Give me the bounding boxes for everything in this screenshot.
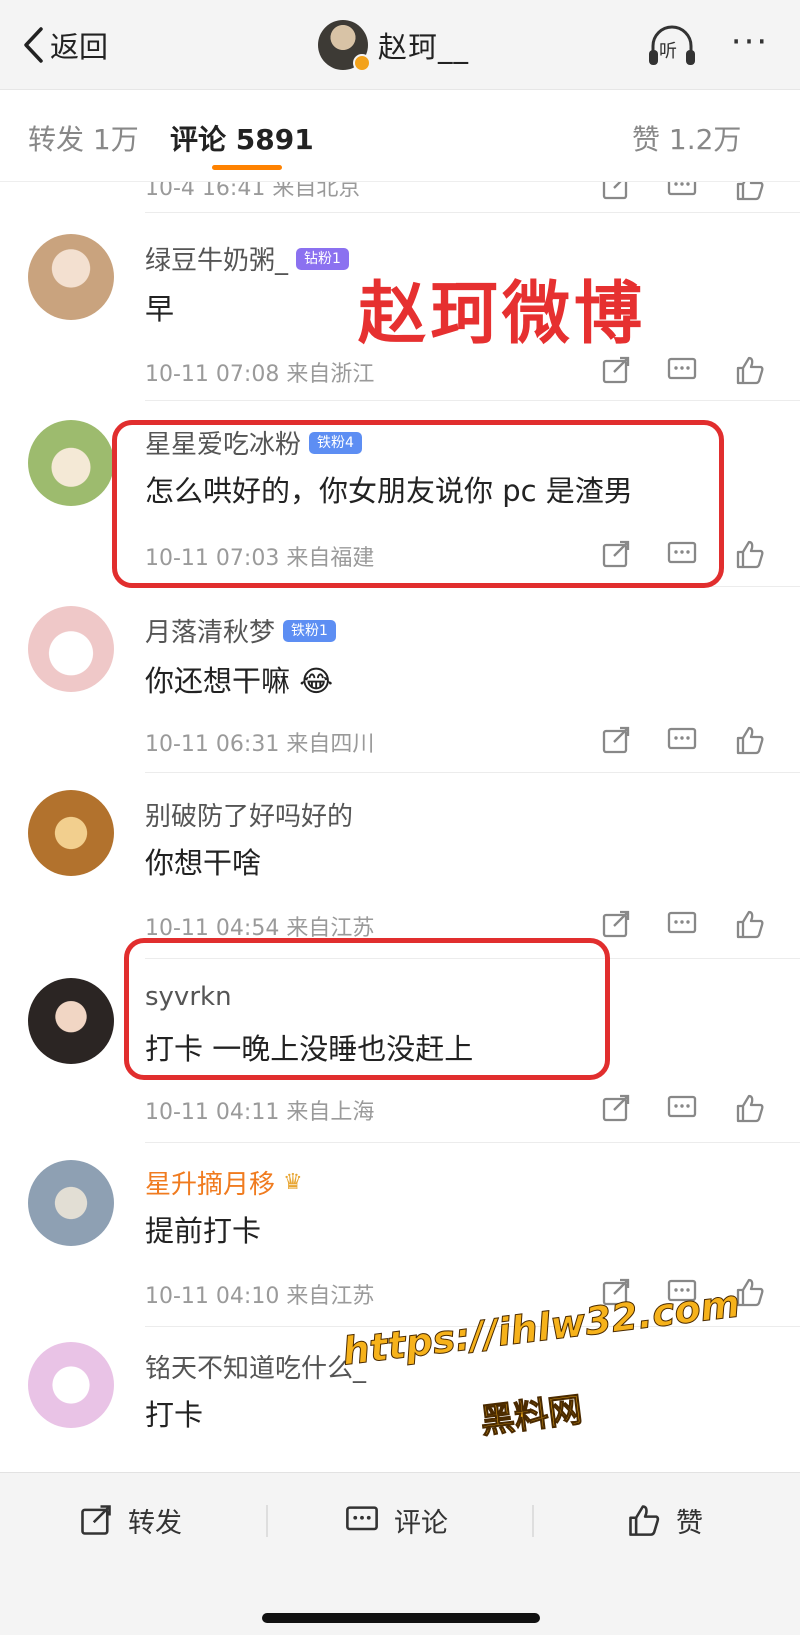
- commenter-name[interactable]: 别破防了好吗好的: [145, 796, 353, 833]
- author-avatar[interactable]: [318, 20, 371, 72]
- commenter-avatar[interactable]: [28, 978, 114, 1064]
- like-thumb-icon[interactable]: [734, 1092, 766, 1124]
- share-icon[interactable]: [600, 354, 632, 386]
- commenter-avatar[interactable]: [28, 234, 114, 320]
- share-icon[interactable]: [600, 182, 632, 202]
- like-thumb-icon[interactable]: [734, 908, 766, 940]
- fan-badge: 铁粉1: [283, 619, 336, 642]
- comment-actions: [600, 354, 780, 390]
- commenter-name[interactable]: 绿豆牛奶粥_: [145, 240, 288, 277]
- tab-comments-label: 评论: [170, 123, 227, 156]
- comment-meta: 10-11 06:31 来自四川: [145, 732, 375, 757]
- divider: [145, 212, 800, 213]
- comment-actions: [600, 908, 780, 944]
- back-label: 返回: [50, 30, 109, 64]
- commenter-avatar[interactable]: [28, 790, 114, 876]
- comment-text: 你想干啥: [145, 846, 262, 880]
- more-options-button[interactable]: ···: [722, 24, 778, 68]
- tab-likes[interactable]: 赞 1.2万: [632, 118, 741, 158]
- fan-badge: 钻粉1: [296, 247, 349, 270]
- comment-button[interactable]: 评论: [344, 1497, 448, 1543]
- like-button[interactable]: 赞: [626, 1497, 703, 1543]
- commenter-name[interactable]: 月落清秋梦: [145, 612, 275, 649]
- comment-meta: 10-4 16:41 来自北京: [145, 182, 361, 201]
- comment-icon: [346, 1506, 378, 1531]
- comment-icon[interactable]: [666, 1092, 698, 1124]
- like-thumb-icon[interactable]: [734, 724, 766, 756]
- comment-text: 打卡: [145, 1398, 204, 1432]
- verified-badge-icon: [353, 54, 371, 72]
- comment-meta: 10-11 04:10 来自江苏: [145, 1284, 375, 1309]
- comment-text: 提前打卡: [145, 1214, 262, 1248]
- chevron-left-icon: [24, 27, 43, 63]
- tab-comments[interactable]: 评论 5891: [170, 118, 314, 158]
- author-title[interactable]: 赵珂__: [318, 20, 470, 72]
- tab-repost[interactable]: 转发 1万: [28, 118, 139, 158]
- like-thumb-icon[interactable]: [734, 354, 766, 386]
- comment-icon[interactable]: [666, 182, 698, 202]
- tab-comments-count: 5891: [235, 123, 314, 156]
- comment-text: 你还想干嘛 😂: [145, 664, 334, 698]
- comment-icon[interactable]: [666, 908, 698, 940]
- back-button[interactable]: 返回: [22, 22, 108, 68]
- comment-item: 10-4 16:41 来自北京: [0, 182, 800, 214]
- commenter-avatar[interactable]: [28, 420, 114, 506]
- share-icon[interactable]: [600, 908, 632, 940]
- commenter-name-row: 铭天不知道吃什么_: [145, 1348, 366, 1385]
- crown-icon: ♛: [283, 1170, 303, 1195]
- commenter-avatar[interactable]: [28, 1342, 114, 1428]
- share-icon: [81, 1505, 111, 1535]
- comment-meta: 10-11 04:11 来自上海: [145, 1100, 375, 1125]
- repost-button[interactable]: 转发: [78, 1497, 182, 1543]
- comment-tabs: 转发 1万 评论 5891 赞 1.2万: [0, 90, 800, 182]
- comment-item: 别破防了好吗好的 你想干啥 10-11 04:54 来自江苏: [0, 772, 800, 959]
- commenter-avatar[interactable]: [28, 606, 114, 692]
- commenter-name[interactable]: 铭天不知道吃什么_: [145, 1348, 366, 1385]
- bottom-action-bar: 转发 评论 赞: [0, 1472, 800, 1635]
- commenter-name[interactable]: 星升摘月移: [145, 1164, 275, 1201]
- comment-icon[interactable]: [666, 354, 698, 386]
- commenter-name-row: 星升摘月移 ♛: [145, 1164, 303, 1201]
- author-name: 赵珂__: [378, 30, 470, 64]
- annotation-highlight-box: [112, 420, 724, 588]
- top-navigation-bar: 返回 赵珂__ 听 ···: [0, 0, 800, 90]
- comment-meta: 10-11 07:08 来自浙江: [145, 362, 375, 387]
- comment-text: 早: [145, 292, 175, 326]
- repost-label: 转发: [128, 1507, 182, 1539]
- home-indicator[interactable]: [262, 1613, 540, 1623]
- like-thumb-icon: [629, 1505, 660, 1536]
- commenter-name-row: 月落清秋梦 铁粉1: [145, 612, 336, 649]
- comment-actions: [600, 182, 780, 206]
- comment-label: 评论: [394, 1507, 448, 1539]
- commenter-name-row: 绿豆牛奶粥_ 钻粉1: [145, 240, 349, 277]
- overlay-title: 赵珂微博: [358, 275, 647, 354]
- comment-actions: [600, 1092, 780, 1128]
- listen-button[interactable]: 听: [645, 22, 699, 70]
- comment-actions: [600, 724, 780, 760]
- divider: [532, 1505, 534, 1537]
- comment-list[interactable]: 10-4 16:41 来自北京 绿豆牛奶粥_ 钻粉1 早 10-11 07:08…: [0, 182, 800, 1472]
- commenter-avatar[interactable]: [28, 1160, 114, 1246]
- comment-icon[interactable]: [666, 724, 698, 756]
- annotation-highlight-box: [124, 938, 610, 1080]
- share-icon[interactable]: [600, 1092, 632, 1124]
- like-thumb-icon[interactable]: [734, 538, 766, 570]
- commenter-name-row: 别破防了好吗好的: [145, 796, 353, 833]
- share-icon[interactable]: [600, 724, 632, 756]
- listen-label: 听: [659, 41, 677, 62]
- active-tab-indicator: [212, 165, 282, 170]
- divider: [266, 1505, 268, 1537]
- comment-item: 月落清秋梦 铁粉1 你还想干嘛 😂 10-11 06:31 来自四川: [0, 586, 800, 773]
- like-thumb-icon[interactable]: [734, 182, 766, 202]
- like-label: 赞: [676, 1507, 703, 1539]
